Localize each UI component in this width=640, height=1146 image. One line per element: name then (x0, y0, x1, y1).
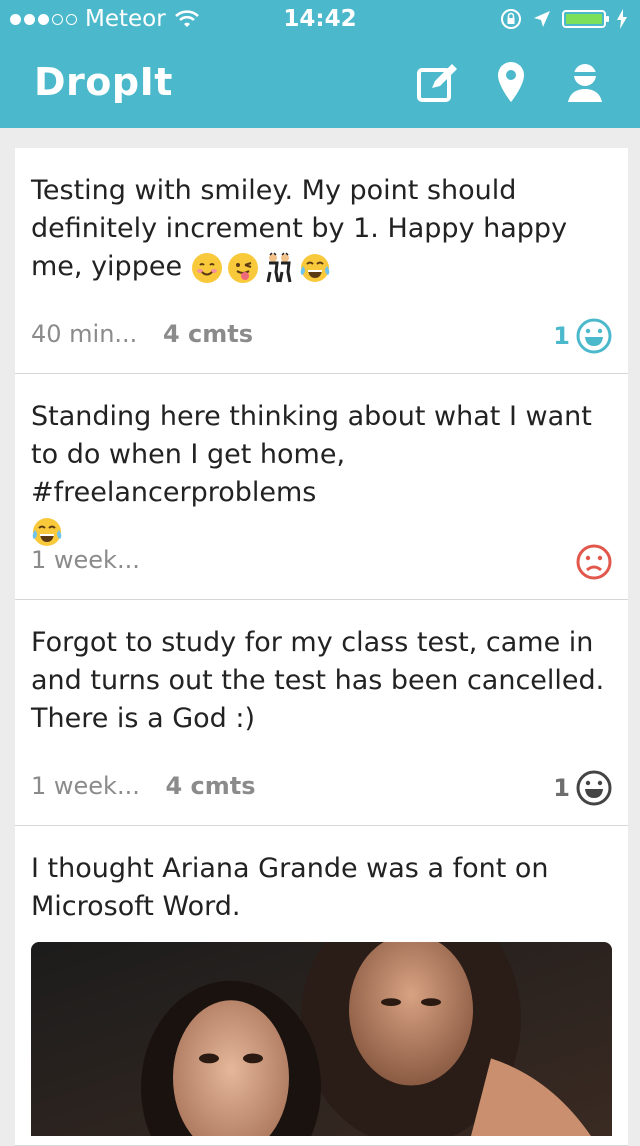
post-text: Standing here thinking about what I want… (31, 398, 612, 550)
vote-control[interactable] (576, 544, 612, 580)
tears-of-joy-emoji (32, 517, 62, 546)
post-meta: 1 week... (31, 546, 140, 574)
winking-tongue-emoji (227, 252, 258, 283)
post-photo[interactable] (31, 942, 612, 1136)
vote-control[interactable]: 1 (553, 318, 612, 354)
profile-icon[interactable] (560, 58, 610, 108)
charging-bolt-icon (617, 9, 627, 29)
app-title: DropIt (34, 60, 173, 104)
post-time: 1 week... (31, 546, 140, 574)
post-card[interactable]: Standing here thinking about what I want… (15, 374, 628, 600)
post-meta: 1 week... 4 cmts (31, 772, 256, 800)
post-text: Forgot to study for my class test, came … (31, 627, 605, 734)
post-card[interactable]: Forgot to study for my class test, came … (15, 600, 628, 826)
comment-count[interactable]: 4 cmts (165, 772, 255, 800)
rotation-lock-icon (501, 9, 521, 29)
status-right (500, 8, 628, 30)
battery-icon (562, 10, 609, 28)
emoji-group (191, 251, 335, 283)
post-text: I thought Ariana Grande was a font on Mi… (31, 853, 549, 922)
vote-count: 1 (553, 322, 570, 350)
post-time: 1 week... (31, 772, 140, 800)
vote-count: 1 (553, 774, 570, 802)
vote-control[interactable]: 1 (553, 770, 612, 806)
location-pin-icon[interactable] (486, 58, 536, 108)
post-card[interactable]: Testing with smiley. My point should def… (15, 148, 628, 374)
status-bar: Meteor 14:42 (0, 0, 640, 40)
post-time: 40 min... (31, 320, 138, 348)
top-bar: Meteor 14:42 DropIt (0, 0, 640, 128)
happy-face-icon[interactable] (576, 318, 612, 354)
nav-bar: DropIt (0, 40, 640, 128)
location-arrow-icon (534, 11, 550, 27)
happy-face-icon[interactable] (576, 770, 612, 806)
post-text: Testing with smiley. My point should def… (31, 175, 568, 283)
comment-count[interactable]: 4 cmts (163, 320, 253, 348)
compose-icon[interactable] (412, 58, 462, 108)
sad-face-icon[interactable] (576, 544, 612, 580)
post-meta: 40 min... 4 cmts (31, 320, 253, 348)
tears-of-joy-emoji (300, 253, 329, 282)
dancers-emoji (266, 251, 292, 282)
smiling-face-emoji (191, 252, 222, 283)
